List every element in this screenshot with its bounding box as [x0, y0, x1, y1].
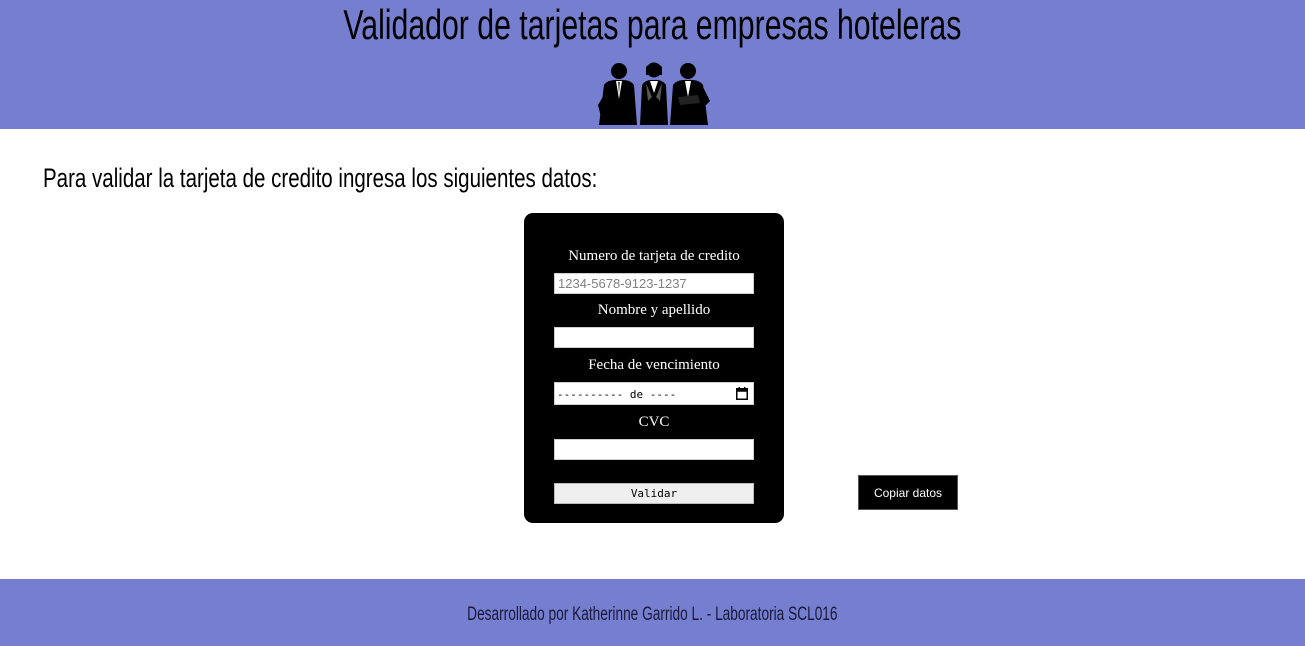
expiry-date-display: ---------- de ---- [557, 388, 677, 401]
name-input[interactable] [554, 327, 754, 348]
intro-text: Para validar la tarjeta de credito ingre… [43, 163, 598, 193]
footer-credits: Desarrollado por Katherinne Garrido L. -… [467, 604, 838, 625]
page-title: Validador de tarjetas para empresas hote… [343, 1, 962, 48]
card-number-input[interactable] [554, 273, 754, 294]
card-number-label: Numero de tarjeta de credito [568, 248, 740, 264]
cvc-input[interactable] [554, 439, 754, 460]
copy-data-button[interactable]: Copiar datos [858, 475, 958, 510]
page-header: Validador de tarjetas para empresas hote… [0, 0, 1305, 129]
expiry-label: Fecha de vencimiento [588, 357, 720, 373]
calendar-icon[interactable] [736, 387, 748, 400]
validate-button[interactable]: Validar [554, 483, 754, 504]
page-footer: Desarrollado por Katherinne Garrido L. -… [0, 579, 1305, 646]
cvc-label: CVC [638, 414, 670, 430]
card-validation-form: Numero de tarjeta de credito Nombre y ap… [524, 213, 784, 523]
business-people-icon [598, 62, 710, 125]
name-label: Nombre y apellido [597, 302, 711, 318]
expiry-date-input[interactable]: ---------- de ---- [554, 382, 754, 405]
